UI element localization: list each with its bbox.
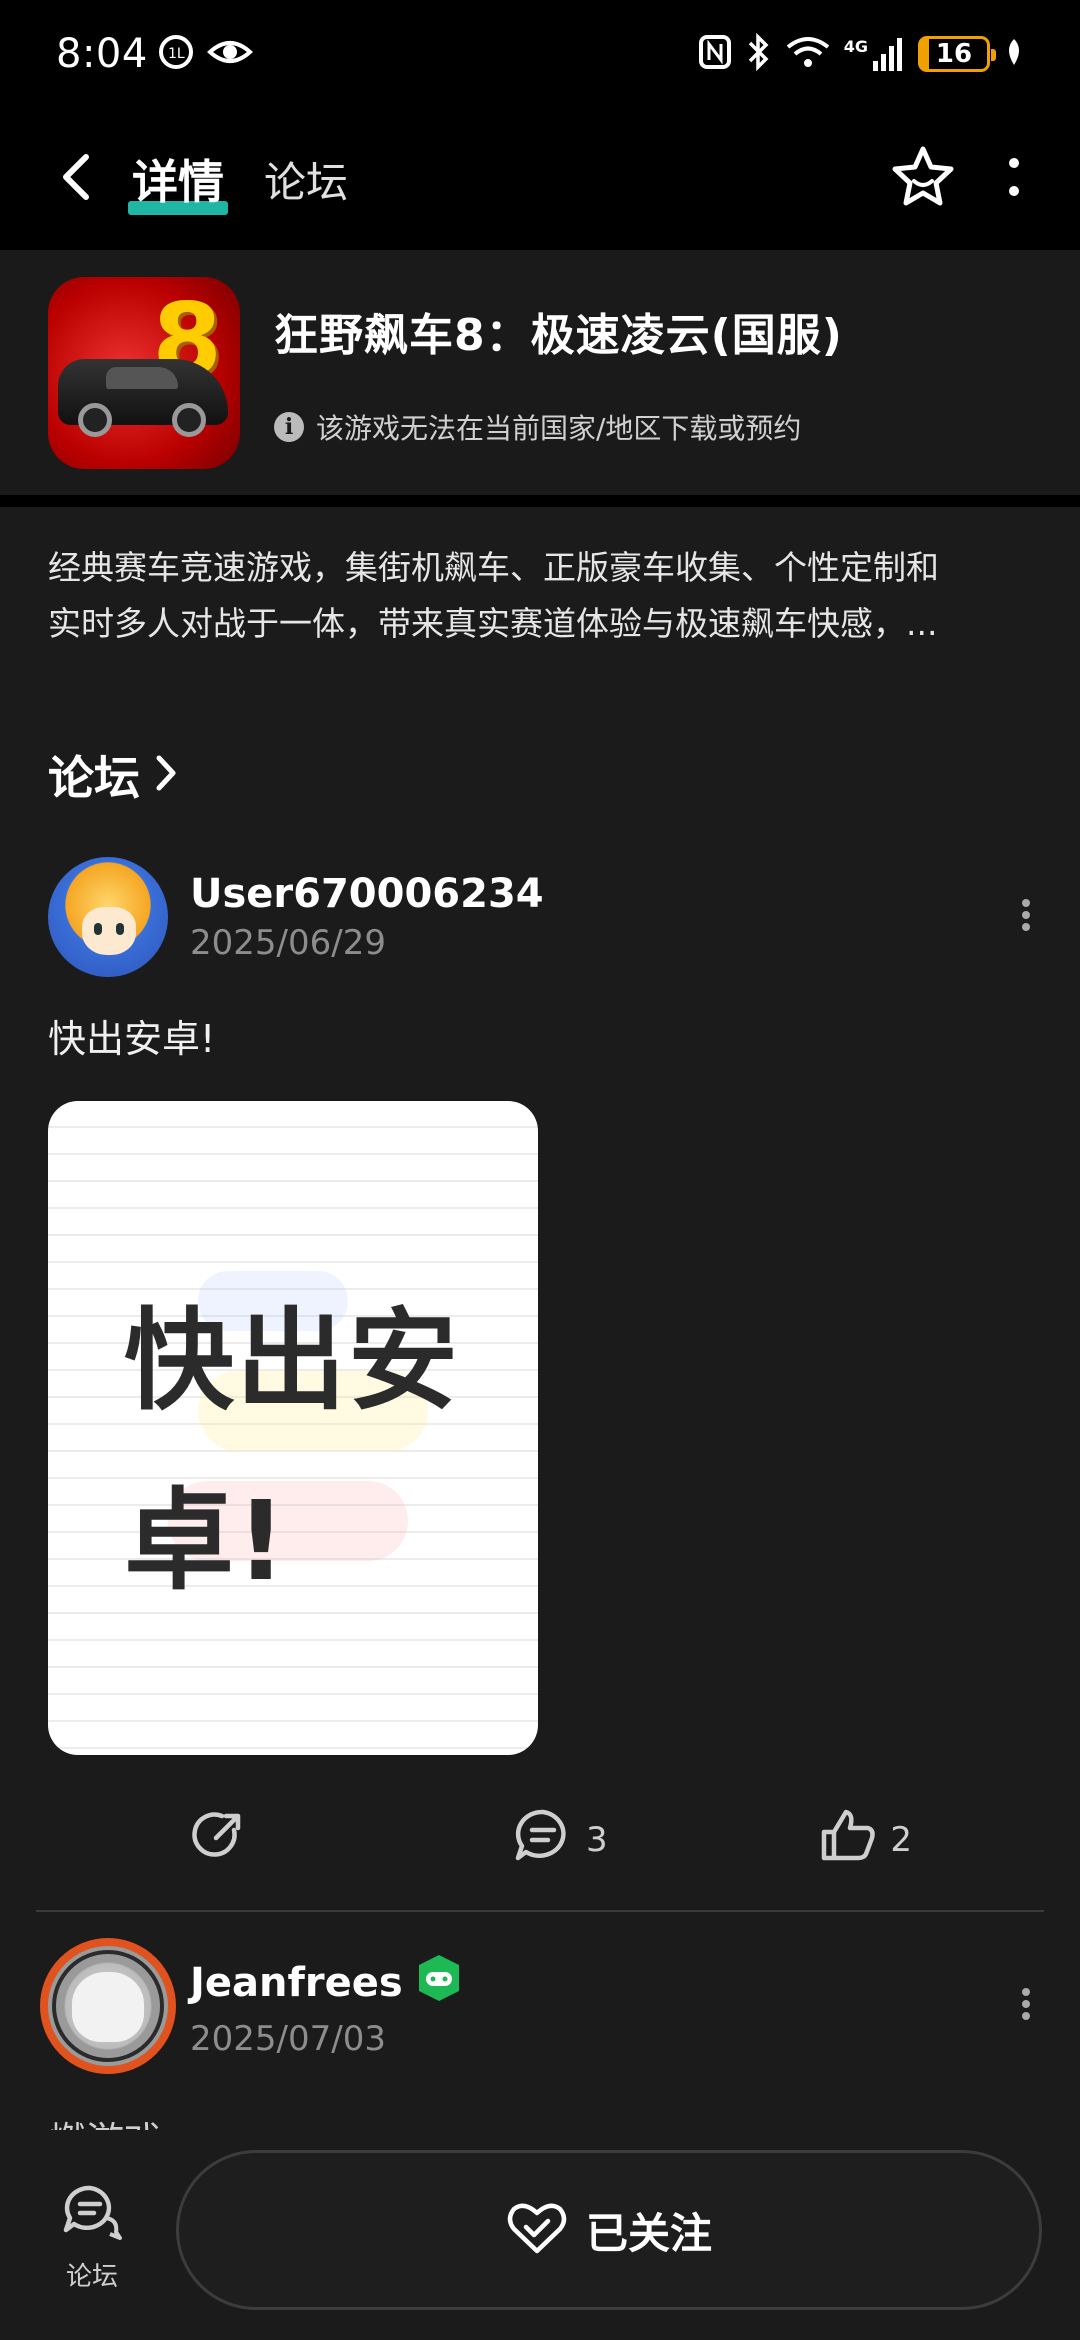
svg-text:1L: 1L	[168, 46, 185, 62]
game-title: 狂野飙车8：极速凌云(国服)	[274, 309, 843, 361]
leaf-icon	[1004, 37, 1024, 71]
wifi-icon	[786, 35, 830, 73]
share-button[interactable]	[190, 1808, 246, 1873]
gamer-badge-icon	[415, 1953, 463, 2013]
network-type: 4G	[843, 37, 868, 56]
nfc-icon	[698, 34, 732, 74]
comment-count: 3	[586, 1820, 608, 1860]
availability-notice: i 该游戏无法在当前国家/地区下载或预约	[274, 407, 843, 447]
post-image-text: 快出安卓!	[124, 1297, 460, 1605]
avatar[interactable]	[40, 1938, 176, 2074]
status-time: 8:04	[56, 31, 148, 77]
follow-button[interactable]: 已关注	[176, 2150, 1042, 2310]
like-count: 2	[890, 1820, 912, 1860]
info-icon: i	[274, 411, 304, 442]
forum-section-link[interactable]: 论坛	[48, 742, 178, 808]
battery-indicator: 16	[918, 36, 996, 72]
description-line: 经典赛车竞速游戏，集街机飙车、正版豪车收集、个性定制和	[48, 548, 939, 587]
eye-icon	[206, 34, 254, 74]
post-date: 2025/07/03	[190, 2019, 386, 2059]
forum-chat-icon	[62, 2184, 122, 2244]
game-header: 8 狂野飙车8：极速凌云(国服) i 该游戏无法在当前国家/地区下载或预约	[0, 250, 1080, 495]
forum-post[interactable]: User670006234 2025/06/29 快出安卓! 快出安卓! 3 2	[48, 856, 1032, 1915]
status-bar: 8:04 1L 4G 16	[0, 0, 1080, 108]
signal-icon: 4G	[844, 37, 904, 71]
hd-call-icon: 1L	[156, 32, 196, 76]
top-nav: 详情 论坛	[0, 108, 1080, 250]
game-description[interactable]: 经典赛车竞速游戏，集街机飙车、正版豪车收集、个性定制和 实时多人对战于一体，带来…	[48, 540, 1032, 652]
description-line: 实时多人对战于一体，带来真实赛道体验与极速飙车快感，...	[48, 604, 938, 643]
post-username[interactable]: User670006234	[190, 871, 544, 917]
tab-details[interactable]: 详情	[132, 155, 224, 209]
chevron-right-icon	[154, 754, 178, 796]
forum-post[interactable]: Jeanfrees 2025/07/03	[40, 1936, 1032, 2076]
thumbs-up-icon	[820, 1808, 876, 1873]
avatar[interactable]	[48, 857, 168, 977]
post-date: 2025/06/29	[190, 923, 386, 963]
bottom-action-bar: 论坛 已关注	[0, 2130, 1080, 2340]
bottom-forum-button[interactable]: 论坛	[0, 2150, 184, 2293]
bluetooth-icon	[746, 32, 772, 75]
back-button[interactable]	[48, 149, 108, 209]
more-options-button[interactable]	[1008, 157, 1020, 201]
forum-heading: 论坛	[48, 751, 140, 805]
comment-icon	[514, 1808, 572, 1873]
comment-button[interactable]: 3	[514, 1808, 608, 1873]
like-button[interactable]: 2	[820, 1808, 912, 1873]
heart-check-icon	[506, 2199, 568, 2261]
follow-label: 已关注	[585, 2208, 712, 2258]
post-divider	[36, 1910, 1044, 1912]
post-text: 快出安卓!	[48, 1017, 216, 1061]
star-favorite-button[interactable]	[890, 145, 956, 213]
availability-notice-text: 该游戏无法在当前国家/地区下载或预约	[316, 411, 802, 445]
tab-forum[interactable]: 论坛	[264, 149, 348, 210]
post-image[interactable]: 快出安卓!	[48, 1101, 538, 1755]
back-arrow-icon	[58, 153, 98, 205]
share-icon	[190, 1808, 246, 1873]
post-more-button[interactable]	[1020, 898, 1032, 936]
post-more-button[interactable]	[1020, 1987, 1032, 2025]
bottom-forum-label: 论坛	[65, 2262, 118, 2292]
section-divider	[0, 495, 1080, 507]
post-username[interactable]: Jeanfrees	[190, 1960, 403, 2006]
game-app-icon: 8	[48, 276, 240, 469]
